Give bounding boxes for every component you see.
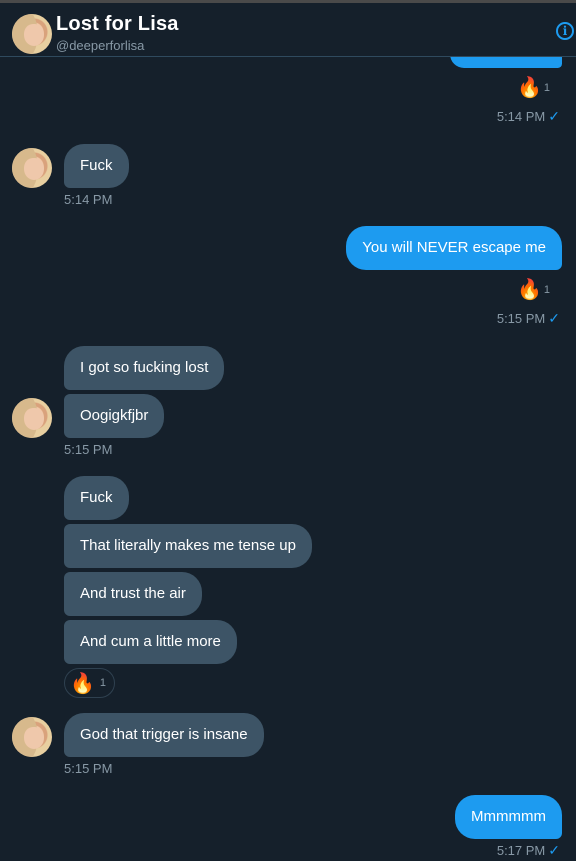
conversation-title[interactable]: Lost for Lisa [56, 13, 179, 36]
timestamp-text: 5:15 PM [496, 311, 546, 326]
message-timestamp: 5:15 PM ✓ [497, 310, 560, 327]
conversation-header: Lost for Lisa @deeperforlisa i [0, 3, 576, 57]
fire-reaction-icon: 🔥 [516, 279, 542, 301]
outgoing-message[interactable]: You will NEVER escape me [346, 226, 562, 270]
sender-avatar[interactable] [12, 717, 52, 757]
timestamp-text: 5:17 PM [496, 843, 546, 858]
timestamp-text: 5:14 PM [496, 109, 546, 124]
incoming-message[interactable]: I got so fucking lost [64, 346, 225, 390]
info-icon[interactable]: i [556, 22, 574, 40]
message-timestamp: 5:14 PM [64, 192, 113, 207]
incoming-message[interactable]: Fuck [64, 476, 129, 520]
fire-reaction-icon: 🔥 [70, 672, 95, 695]
incoming-message[interactable]: God that trigger is insane [64, 713, 264, 757]
incoming-message[interactable]: Fuck [64, 144, 129, 188]
read-receipt-icon: ✓ [548, 108, 560, 124]
reaction-count: 1 [543, 81, 550, 94]
message-timestamp: 5:14 PM ✓ [497, 108, 560, 125]
sender-avatar[interactable] [12, 148, 52, 188]
incoming-message[interactable]: And cum a little more [64, 620, 237, 664]
outgoing-message[interactable]: Mmmmmm [455, 795, 562, 839]
sender-avatar[interactable] [12, 398, 52, 438]
incoming-message[interactable]: And trust the air [64, 572, 202, 616]
message-timestamp: 5:17 PM ✓ [497, 842, 560, 859]
message-timestamp: 5:15 PM [64, 761, 113, 776]
reaction-count: 1 [543, 283, 550, 296]
incoming-message[interactable]: That literally makes me tense up [64, 524, 312, 568]
read-receipt-icon: ✓ [548, 842, 560, 858]
read-receipt-icon: ✓ [548, 310, 560, 326]
conversation-handle[interactable]: @deeperforlisa [56, 38, 144, 53]
fire-reaction-icon: 🔥 [516, 77, 542, 99]
message-reaction[interactable]: 🔥 1 [517, 277, 550, 302]
incoming-message[interactable]: Oogigkfjbr [64, 394, 165, 438]
message-timestamp: 5:15 PM [64, 442, 113, 457]
message-reaction[interactable]: 🔥 1 [517, 75, 550, 100]
reaction-count: 1 [99, 677, 107, 689]
avatar[interactable] [12, 14, 52, 54]
message-reaction[interactable]: 🔥 1 [64, 668, 116, 698]
